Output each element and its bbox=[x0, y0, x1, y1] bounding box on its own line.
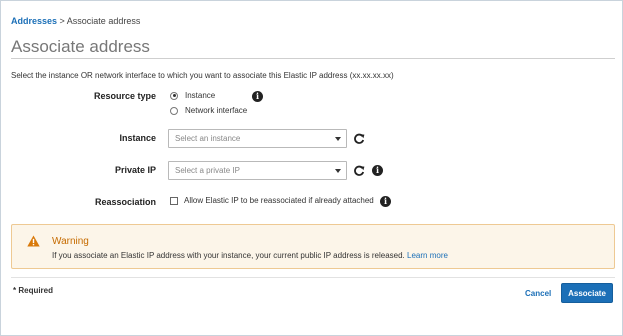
reassociation-checkbox-label: Allow Elastic IP to be reassociated if a… bbox=[184, 196, 374, 205]
associate-button[interactable]: Associate bbox=[561, 283, 613, 303]
private-ip-label: Private IP bbox=[114, 165, 156, 175]
resource-type-label: Resource type bbox=[93, 91, 156, 101]
private-ip-select-placeholder: Select a private IP bbox=[175, 166, 240, 175]
info-icon[interactable]: i bbox=[372, 165, 383, 176]
warning-icon bbox=[27, 235, 40, 247]
title-divider bbox=[11, 58, 615, 59]
warning-text: If you associate an Elastic IP address w… bbox=[52, 251, 448, 260]
instance-select-placeholder: Select an instance bbox=[175, 134, 241, 143]
info-icon[interactable]: i bbox=[252, 91, 263, 102]
radio-network-interface-button[interactable] bbox=[170, 106, 178, 115]
warning-title: Warning bbox=[52, 236, 89, 247]
radio-network-interface-label: Network interface bbox=[185, 106, 248, 115]
breadcrumb-current: Associate address bbox=[66, 16, 141, 26]
chevron-down-icon bbox=[335, 137, 341, 141]
info-icon[interactable]: i bbox=[380, 196, 391, 207]
footer-divider bbox=[11, 277, 615, 278]
radio-network-interface[interactable]: Network interface bbox=[170, 106, 247, 115]
radio-instance-button[interactable] bbox=[170, 91, 178, 100]
warning-banner: Warning If you associate an Elastic IP a… bbox=[11, 224, 615, 269]
reassociation-checkbox[interactable] bbox=[170, 196, 178, 205]
radio-instance[interactable]: Instance bbox=[170, 91, 215, 100]
refresh-icon[interactable] bbox=[353, 133, 365, 145]
learn-more-link[interactable]: Learn more bbox=[407, 251, 448, 260]
instance-label: Instance bbox=[119, 133, 156, 143]
private-ip-select[interactable]: Select a private IP bbox=[168, 161, 347, 180]
required-note: * Required bbox=[13, 286, 54, 295]
radio-instance-label: Instance bbox=[185, 91, 216, 100]
warning-message: If you associate an Elastic IP address w… bbox=[52, 251, 405, 260]
refresh-icon[interactable] bbox=[353, 165, 365, 177]
reassociation-label: Reassociation bbox=[94, 197, 156, 207]
intro-text: Select the instance OR network interface… bbox=[11, 71, 394, 80]
chevron-down-icon bbox=[335, 169, 341, 173]
cancel-button[interactable]: Cancel bbox=[525, 289, 551, 298]
page-title: Associate address bbox=[11, 37, 150, 56]
breadcrumb-separator: > bbox=[57, 16, 67, 26]
breadcrumb-addresses-link[interactable]: Addresses bbox=[11, 16, 57, 26]
instance-select[interactable]: Select an instance bbox=[168, 129, 347, 148]
page-frame: Addresses > Associate address Associate … bbox=[0, 0, 623, 336]
reassociation-checkbox-row[interactable]: Allow Elastic IP to be reassociated if a… bbox=[170, 196, 374, 205]
breadcrumb: Addresses > Associate address bbox=[11, 16, 140, 26]
